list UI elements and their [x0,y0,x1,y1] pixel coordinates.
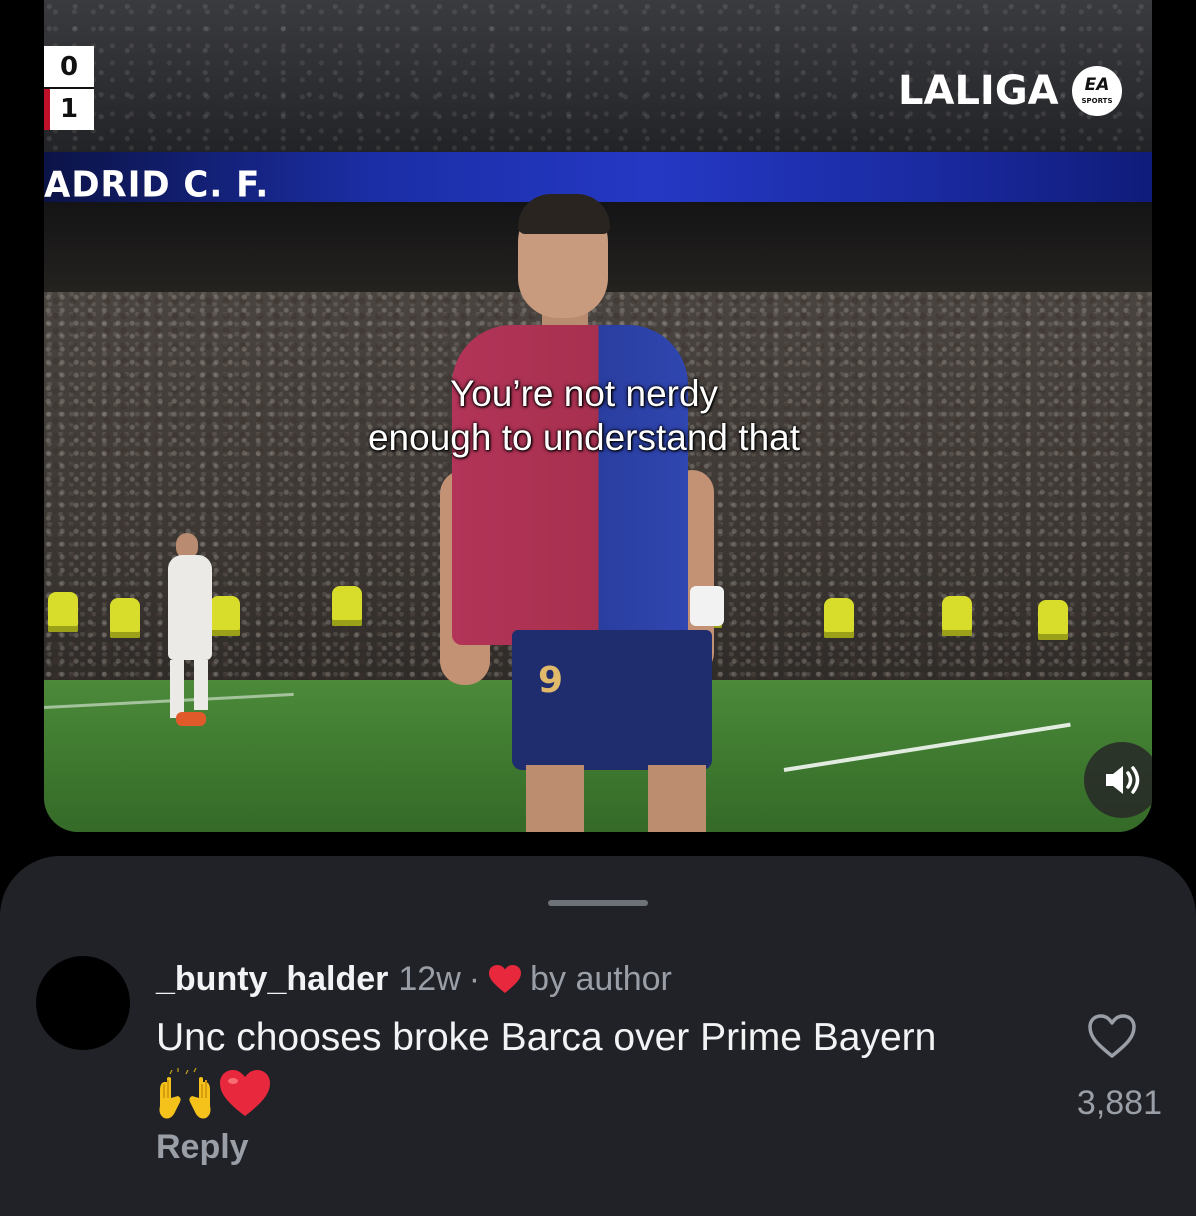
like-button[interactable] [1086,1012,1138,1060]
comment-username[interactable]: _bunty_halder [156,960,388,998]
comment-timestamp: 12w [398,960,461,998]
home-score: 0 [59,52,79,82]
steward-figure [48,592,78,632]
caption-line-2: enough to understand that [367,417,801,458]
opponent-player-boot [176,712,206,726]
comment-body: Unc chooses broke Barca over Prime Bayer… [156,1016,937,1059]
stadium-banner-text: ADRID C. F. [44,164,270,206]
sports-logo-text: SPORTS [1081,97,1113,105]
featured-player: 9 [434,190,734,832]
heart-filled-icon [489,965,522,993]
steward-figure [110,598,140,638]
sheet-drag-handle[interactable] [548,900,648,906]
laliga-logo: LALIGA [898,68,1059,114]
steward-figure [1038,600,1068,640]
comments-sheet: _bunty_halder 12w · by author Unc chooses b… [0,856,1196,1216]
opponent-player-leg [170,660,184,718]
steward-figure [332,586,362,626]
avatar[interactable] [36,956,130,1050]
away-score: 1 [59,94,79,124]
player-leg [648,765,706,832]
heart-outline-icon [1088,1014,1136,1058]
liked-by-author-label: by author [530,960,672,998]
meta-separator: · [468,960,481,998]
video-caption: You’re not nerdy enough to understand th… [44,372,1124,460]
sound-toggle-button[interactable] [1084,742,1152,818]
steward-figure [210,596,240,636]
player-hair [518,194,610,234]
shorts-number: 9 [538,660,564,701]
video-player[interactable]: ADRID C. F. 9 0 1 LALIGA EA SPORTS You’r… [44,0,1152,832]
raising-hands-emoji [159,1068,211,1119]
steward-figure [942,596,972,636]
scoreboard: 0 1 [44,46,94,130]
caption-line-1: You’re not nerdy [449,373,719,414]
wrist-tape [690,586,724,626]
steward-figure [824,598,854,638]
like-count: 3,881 [1076,1084,1162,1122]
ea-logo-text: EA [1084,75,1110,95]
red-heart-emoji [220,1070,270,1116]
speaker-on-icon [1106,766,1140,794]
player-leg [526,765,584,832]
opponent-player-figure [168,555,212,660]
comment-meta: _bunty_halder 12w · by author [156,960,672,999]
ea-sports-logo: EA SPORTS [1072,66,1122,116]
opponent-player-leg [194,660,208,710]
reply-button[interactable]: Reply [156,1128,249,1167]
